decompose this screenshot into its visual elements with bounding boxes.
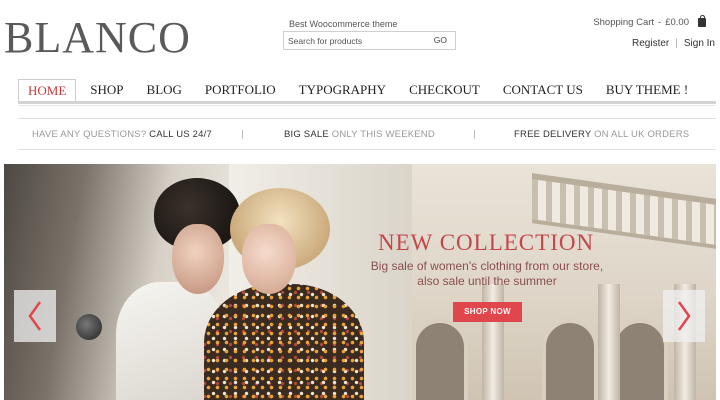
slider-prev-button[interactable]: [14, 290, 56, 342]
nav-item-typography[interactable]: TYPOGRAPHY: [290, 79, 395, 101]
chevron-right-icon: [677, 301, 691, 331]
info-call-us: HAVE ANY QUESTIONS? CALL US 24/7: [32, 129, 212, 140]
info-big-sale: BIG SALE ONLY THIS WEEKEND: [284, 129, 435, 140]
chevron-left-icon: [28, 301, 42, 331]
tagline: Best Woocommerce theme: [289, 19, 398, 29]
register-link[interactable]: Register: [632, 38, 669, 49]
info-separator: [242, 130, 243, 139]
main-nav: HOME SHOP BLOG PORTFOLIO TYPOGRAPHY CHEC…: [18, 79, 702, 101]
shop-now-button[interactable]: SHOP NOW: [453, 302, 522, 322]
hero-slider: NEW COLLECTION Big sale of women's cloth…: [4, 164, 716, 400]
shopping-bag-icon: [698, 15, 706, 27]
account-separator: |: [675, 38, 678, 49]
nav-divider-thin: [18, 105, 716, 106]
nav-item-blog[interactable]: BLOG: [138, 79, 191, 101]
cart-amount: £0.00: [665, 17, 689, 28]
nav-item-checkout[interactable]: CHECKOUT: [400, 79, 489, 101]
nav-item-contact-us[interactable]: CONTACT US: [494, 79, 592, 101]
search-box: GO: [283, 31, 456, 50]
search-go-button[interactable]: GO: [434, 35, 447, 45]
logo[interactable]: BLANCO: [4, 12, 191, 63]
search-input[interactable]: [284, 32, 424, 49]
info-free-delivery: FREE DELIVERY ON ALL UK ORDERS: [514, 129, 690, 140]
nav-item-portfolio[interactable]: PORTFOLIO: [196, 79, 285, 101]
nav-item-home[interactable]: HOME: [18, 79, 77, 101]
hero-subtitle: Big sale of women's clothing from our st…: [370, 259, 604, 288]
hero-photo-models: [4, 164, 412, 400]
cart-label: Shopping Cart: [593, 17, 655, 28]
info-separator: [474, 130, 475, 139]
nav-item-shop[interactable]: SHOP: [81, 79, 132, 101]
wall-lamp: [76, 314, 102, 340]
shopping-cart[interactable]: Shopping Cart - £0.00: [593, 15, 706, 28]
hero-title: NEW COLLECTION: [378, 230, 595, 255]
info-bar: HAVE ANY QUESTIONS? CALL US 24/7 BIG SAL…: [18, 118, 716, 150]
signin-link[interactable]: Sign In: [684, 38, 715, 49]
account-links: Register | Sign In: [632, 38, 715, 49]
nav-item-buy-theme[interactable]: BUY THEME !: [597, 79, 697, 101]
nav-divider: [18, 101, 716, 104]
slider-next-button[interactable]: [663, 290, 705, 342]
